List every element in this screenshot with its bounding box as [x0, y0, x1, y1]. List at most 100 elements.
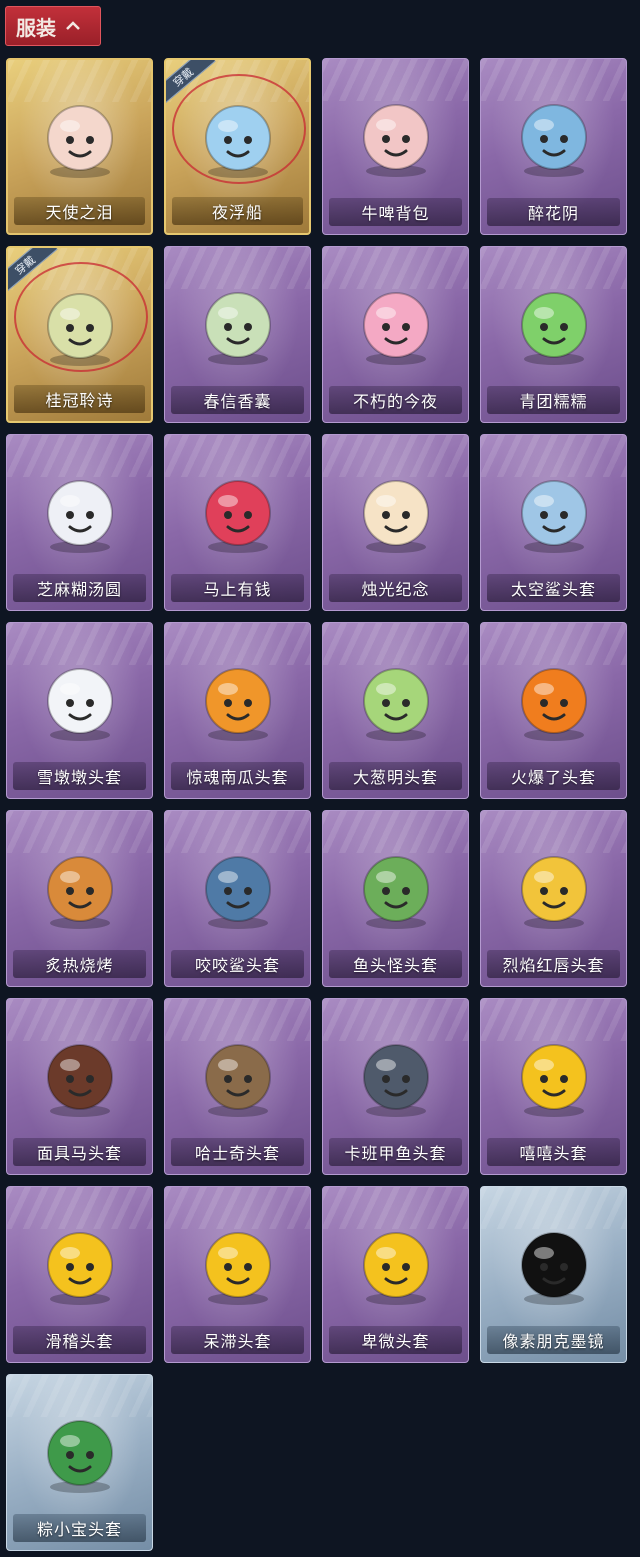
- costume-name: 惊魂南瓜头套: [186, 768, 289, 787]
- card-label-bar: 哈士奇头套: [171, 1138, 304, 1166]
- pumpkin-icon: [190, 651, 286, 747]
- costume-name: 咬咬鲨头套: [194, 956, 280, 975]
- costume-name: 像素朋克墨镜: [502, 1332, 605, 1351]
- costume-card[interactable]: 鱼头怪头套: [322, 810, 469, 987]
- costume-card[interactable]: 芝麻糊汤圆: [6, 434, 153, 611]
- card-label-bar: 烛光纪念: [329, 574, 462, 602]
- card-label-bar: 炙热烧烤: [13, 950, 146, 978]
- costume-name: 夜浮船: [211, 203, 263, 222]
- costume-name: 青团糯糯: [519, 392, 588, 411]
- pufferfish-icon: [348, 1027, 444, 1123]
- card-label-bar: 像素朋克墨镜: [487, 1326, 620, 1354]
- costume-grid: 天使之泪 穿戴 夜浮船牛啤背包 醉花阴穿戴 桂冠聆诗春信香囊 不朽的今夜 青团糯糯芝麻糊汤圆…: [6, 58, 634, 1551]
- horse-mask-icon: [32, 1027, 128, 1123]
- costume-card[interactable]: 哈士奇头套: [164, 998, 311, 1175]
- pink-cat-cup-icon: [348, 275, 444, 371]
- costume-card[interactable]: 咬咬鲨头套: [164, 810, 311, 987]
- card-label-bar: 牛啤背包: [329, 198, 462, 226]
- costume-card[interactable]: 青团糯糯: [480, 246, 627, 423]
- candle-icon: [348, 463, 444, 559]
- green-dumpling-icon: [506, 275, 602, 371]
- card-label-bar: 马上有钱: [171, 574, 304, 602]
- costume-card[interactable]: 马上有钱: [164, 434, 311, 611]
- card-label-bar: 滑稽头套: [13, 1326, 146, 1354]
- costume-name: 火爆了头套: [510, 768, 596, 787]
- card-label-bar: 夜浮船: [172, 197, 303, 225]
- costume-name: 鱼头怪头套: [352, 956, 438, 975]
- costume-card[interactable]: 炙热烧烤: [6, 810, 153, 987]
- section-title: 服装: [16, 15, 56, 40]
- blank-stare-emoji-icon: [190, 1215, 286, 1311]
- laurel-doll-icon: [32, 276, 128, 372]
- costume-card[interactable]: 太空鲨头套: [480, 434, 627, 611]
- card-label-bar: 芝麻糊汤圆: [13, 574, 146, 602]
- costume-card[interactable]: 春信香囊: [164, 246, 311, 423]
- card-label-bar: 青团糯糯: [487, 386, 620, 414]
- costume-name: 烈焰红唇头套: [502, 956, 605, 975]
- costume-card[interactable]: 像素朋克墨镜: [480, 1186, 627, 1363]
- costume-name: 滑稽头套: [45, 1332, 114, 1351]
- zongzi-head-icon: [32, 1403, 128, 1499]
- husky-sunglasses-icon: [190, 1027, 286, 1123]
- shark-head-icon: [190, 839, 286, 935]
- costume-card[interactable]: 大葱明头套: [322, 622, 469, 799]
- costume-card[interactable]: 粽小宝头套: [6, 1374, 153, 1551]
- card-label-bar: 雪墩墩头套: [13, 762, 146, 790]
- costume-name: 面具马头套: [36, 1144, 122, 1163]
- card-label-bar: 卡班甲鱼头套: [329, 1138, 462, 1166]
- costume-name: 嘻嘻头套: [519, 1144, 588, 1163]
- chevron-up-icon: [66, 21, 80, 31]
- costume-card[interactable]: 天使之泪: [6, 58, 153, 235]
- costume-card[interactable]: 呆滞头套: [164, 1186, 311, 1363]
- costume-card[interactable]: 穿戴 夜浮船: [164, 58, 311, 235]
- costume-card[interactable]: 嘻嘻头套: [480, 998, 627, 1175]
- costume-name: 炙热烧烤: [45, 956, 114, 975]
- card-label-bar: 粽小宝头套: [13, 1514, 146, 1542]
- costume-card[interactable]: 烛光纪念: [322, 434, 469, 611]
- pleading-emoji-icon: [348, 1215, 444, 1311]
- costume-card[interactable]: 面具马头套: [6, 998, 153, 1175]
- costume-card[interactable]: 雪墩墩头套: [6, 622, 153, 799]
- costume-card[interactable]: 滑稽头套: [6, 1186, 153, 1363]
- red-horse-head-icon: [190, 463, 286, 559]
- card-label-bar: 太空鲨头套: [487, 574, 620, 602]
- costume-name: 雪墩墩头套: [36, 768, 122, 787]
- snowman-icon: [32, 651, 128, 747]
- costume-section-header[interactable]: 服装: [5, 6, 101, 46]
- costume-card[interactable]: 惊魂南瓜头套: [164, 622, 311, 799]
- costume-name: 不朽的今夜: [352, 392, 438, 411]
- costume-card[interactable]: 不朽的今夜: [322, 246, 469, 423]
- costume-name: 太空鲨头套: [510, 580, 596, 599]
- costume-name: 呆滞头套: [203, 1332, 272, 1351]
- fish-monster-icon: [348, 839, 444, 935]
- smug-emoji-icon: [32, 1215, 128, 1311]
- costume-name: 天使之泪: [45, 203, 114, 222]
- card-label-bar: 大葱明头套: [329, 762, 462, 790]
- card-label-bar: 面具马头套: [13, 1138, 146, 1166]
- costume-name: 春信香囊: [203, 392, 272, 411]
- costume-name: 桂冠聆诗: [45, 391, 114, 410]
- space-shark-icon: [506, 463, 602, 559]
- card-label-bar: 惊魂南瓜头套: [171, 762, 304, 790]
- card-label-bar: 醉花阴: [487, 198, 620, 226]
- grin-emoji-icon: [506, 1027, 602, 1123]
- card-label-bar: 桂冠聆诗: [14, 385, 145, 413]
- costume-name: 烛光纪念: [361, 580, 430, 599]
- fire-face-icon: [506, 651, 602, 747]
- costume-card[interactable]: 烈焰红唇头套: [480, 810, 627, 987]
- yellow-pikachu-mask-icon: [506, 839, 602, 935]
- card-label-bar: 咬咬鲨头套: [171, 950, 304, 978]
- card-label-bar: 天使之泪: [14, 197, 145, 225]
- sachet-icon: [190, 275, 286, 371]
- card-label-bar: 呆滞头套: [171, 1326, 304, 1354]
- costume-name: 卡班甲鱼头套: [344, 1144, 447, 1163]
- costume-name: 牛啤背包: [361, 204, 430, 223]
- costume-card[interactable]: 火爆了头套: [480, 622, 627, 799]
- costume-card[interactable]: 醉花阴: [480, 58, 627, 235]
- costume-card[interactable]: 牛啤背包: [322, 58, 469, 235]
- costume-card[interactable]: 穿戴 桂冠聆诗: [6, 246, 153, 423]
- card-label-bar: 不朽的今夜: [329, 386, 462, 414]
- costume-card[interactable]: 卑微头套: [322, 1186, 469, 1363]
- bbq-meat-icon: [32, 839, 128, 935]
- costume-card[interactable]: 卡班甲鱼头套: [322, 998, 469, 1175]
